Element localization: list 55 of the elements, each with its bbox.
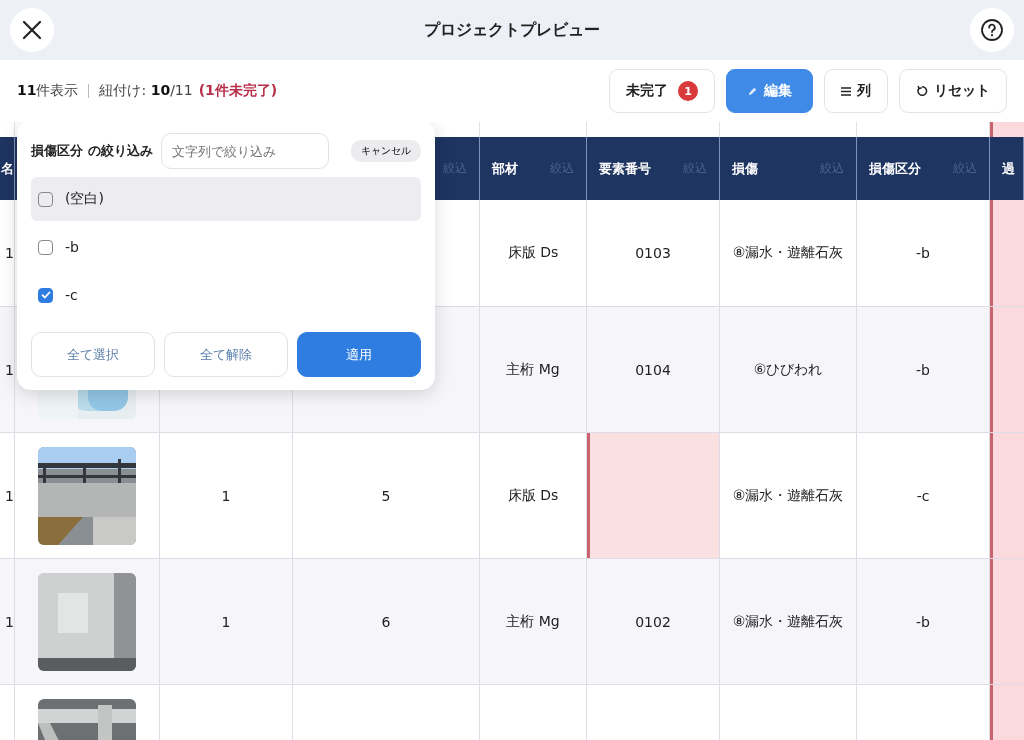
menu-icon xyxy=(841,86,851,96)
table-cell: 1 xyxy=(5,245,14,261)
apply-button[interactable]: 適用 xyxy=(297,332,421,377)
filter-option[interactable]: -b xyxy=(31,225,421,269)
table-cell: 6 xyxy=(381,613,391,630)
column-header[interactable]: 名 xyxy=(0,137,15,200)
filter-option[interactable]: (空白) xyxy=(31,177,421,221)
table-row[interactable]: 1 1 5 床版 Ds ⑧漏水・遊離石灰 -c xyxy=(0,433,1024,559)
table-row[interactable]: 1 1 6 主桁 Mg 0102 ⑧漏水・遊離石灰 -b xyxy=(0,559,1024,685)
table-cell: -c xyxy=(916,487,930,504)
action-button[interactable]: 全て選択 xyxy=(31,332,155,377)
table-cell: 0102 xyxy=(635,613,671,630)
linked-count: 紐付け: 10/11 xyxy=(99,82,193,100)
table-cell: 主桁 Mg xyxy=(506,612,560,631)
incomplete-note: (1件未完了) xyxy=(198,82,278,100)
cancel-button[interactable]: キャンセル xyxy=(351,140,421,162)
table-cell: -b xyxy=(916,613,930,630)
count-badge: 1 xyxy=(678,81,698,101)
table-cell: 1 xyxy=(221,487,231,504)
incomplete-button[interactable]: 未完了 1 xyxy=(609,69,715,113)
table-cell: ⑧漏水・遊離石灰 xyxy=(732,486,844,505)
page-title: プロジェクトプレビュー xyxy=(424,19,600,41)
table-cell: 主桁 Mg xyxy=(506,360,560,379)
reset-icon xyxy=(916,85,928,97)
edit-button[interactable]: 編集 xyxy=(726,69,813,113)
help-icon xyxy=(980,18,1004,42)
missing-cell[interactable] xyxy=(587,433,720,558)
pencil-icon xyxy=(747,85,758,97)
status-cell xyxy=(990,122,1024,137)
table-cell: 1 xyxy=(5,361,14,378)
table-cell: ⑧漏水・遊離石灰 xyxy=(732,612,844,631)
table-cell: ⑧漏水・遊離石灰 xyxy=(732,244,844,262)
checkbox[interactable] xyxy=(38,287,53,303)
search-field[interactable]: 文字列で絞り込み xyxy=(160,133,329,169)
popover-title: 損傷区分 の絞り込み xyxy=(31,142,153,160)
table-cell: -b xyxy=(916,361,930,378)
table-cell: -b xyxy=(916,245,930,261)
table-cell: 床版 Ds xyxy=(507,244,559,262)
action-button[interactable]: 全て解除 xyxy=(164,332,288,377)
checkbox[interactable] xyxy=(38,239,53,255)
table-cell: 1 xyxy=(5,487,14,504)
checkbox[interactable] xyxy=(38,191,53,207)
columns-button[interactable]: 列 xyxy=(824,69,888,113)
reset-button[interactable]: リセット xyxy=(899,69,1007,113)
table-cell: 床版 Ds xyxy=(507,486,559,505)
close-icon xyxy=(22,20,42,40)
table-cell: ⑥ひびわれ xyxy=(753,360,823,379)
help-button[interactable] xyxy=(970,8,1014,52)
table-cell: 0103 xyxy=(635,245,671,261)
table-cell: 5 xyxy=(381,487,391,504)
shown-count: 11件表示 xyxy=(17,82,79,100)
table-cell: 1 xyxy=(221,613,231,630)
close-button[interactable] xyxy=(10,8,54,52)
table-cell: 1 xyxy=(5,613,14,630)
table-cell: 0104 xyxy=(635,361,671,378)
